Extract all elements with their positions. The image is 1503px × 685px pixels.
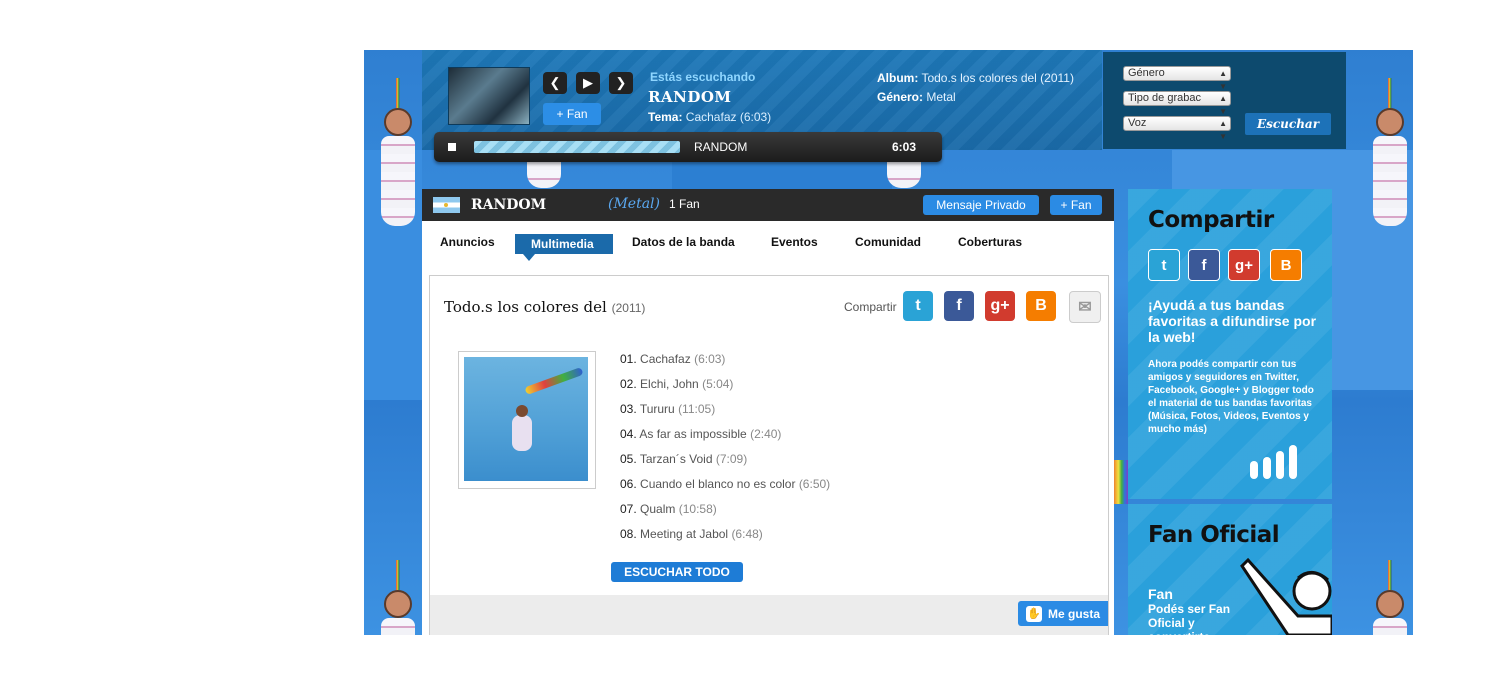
tab-bar: Anuncios Multimedia Datos de la banda Ev… bbox=[422, 221, 1114, 269]
track-item[interactable]: 06. Cuando el blanco no es color (6:50) bbox=[620, 477, 830, 491]
decorative-girl-image bbox=[1370, 560, 1410, 635]
player-album-info: Album: Todo.s los colores del (2011) Gén… bbox=[877, 71, 1074, 104]
tab-eventos[interactable]: Eventos bbox=[771, 235, 818, 249]
now-playing-thumbnail bbox=[448, 67, 530, 125]
track-item[interactable]: 07. Qualm (10:58) bbox=[620, 502, 717, 516]
pointing-hand-icon bbox=[1240, 557, 1332, 635]
band-genre: (Metal) bbox=[608, 196, 660, 212]
email-icon[interactable]: ✉ bbox=[1069, 291, 1101, 323]
select-arrow-icon: ▲ ▼ bbox=[1219, 119, 1227, 141]
blogger-icon[interactable]: B bbox=[1270, 249, 1302, 281]
like-button[interactable]: ✋ Me gusta bbox=[1018, 601, 1108, 626]
tab-multimedia[interactable]: Multimedia bbox=[515, 234, 613, 261]
facebook-icon[interactable]: f bbox=[944, 291, 974, 321]
prev-icon[interactable]: ❮ bbox=[543, 72, 567, 94]
tab-coberturas[interactable]: Coberturas bbox=[958, 235, 1022, 249]
next-icon[interactable]: ❯ bbox=[609, 72, 633, 94]
track-item[interactable]: 03. Tururu (11:05) bbox=[620, 402, 715, 416]
sidebar-share-title: Compartir bbox=[1148, 207, 1274, 233]
select-arrow-icon: ▲ ▼ bbox=[1219, 94, 1227, 116]
stop-icon[interactable] bbox=[448, 143, 456, 151]
google-plus-icon[interactable]: g+ bbox=[1228, 249, 1260, 281]
playback-time: 6:03 bbox=[891, 140, 916, 154]
album-title: Todo.s los colores del (2011) bbox=[444, 298, 646, 316]
twitter-icon[interactable]: t bbox=[903, 291, 933, 321]
fan-count: 1 Fan bbox=[669, 197, 700, 211]
album-panel: Todo.s los colores del (2011) Compartir … bbox=[429, 275, 1109, 635]
argentina-flag-icon bbox=[433, 197, 460, 213]
listen-all-button[interactable]: ESCUCHAR TODO bbox=[611, 562, 743, 582]
tab-datos-banda[interactable]: Datos de la banda bbox=[632, 235, 735, 249]
band-name: RANDOM bbox=[471, 197, 547, 213]
sidebar-fan: Fan Oficial Fan Podés ser Fan Oficial y … bbox=[1128, 504, 1332, 635]
playback-bar: RANDOM 6:03 bbox=[434, 132, 942, 162]
twitter-icon[interactable]: t bbox=[1148, 249, 1180, 281]
private-message-button[interactable]: Mensaje Privado bbox=[923, 195, 1039, 215]
track-item[interactable]: 05. Tarzan´s Void (7:09) bbox=[620, 452, 747, 466]
signal-bars-icon bbox=[1250, 445, 1297, 479]
decorative-girl-image bbox=[378, 560, 418, 635]
search-panel: Género ▲ ▼ Tipo de grabac ▲ ▼ Voz ▲ ▼ Escuchar bbox=[1103, 52, 1346, 149]
genre-select[interactable]: Género ▲ ▼ bbox=[1123, 66, 1231, 91]
sidebar-share: Compartir t f g+ B ¡Ayudá a tus bandas f… bbox=[1128, 189, 1332, 499]
decorative-girl-image bbox=[378, 78, 418, 226]
sidebar-share-lead: ¡Ayudá a tus bandas favoritas a difundir… bbox=[1148, 297, 1317, 345]
track-item[interactable]: 08. Meeting at Jabol (6:48) bbox=[620, 527, 763, 541]
tab-comunidad[interactable]: Comunidad bbox=[855, 235, 921, 249]
track-item[interactable]: 04. As far as impossible (2:40) bbox=[620, 427, 781, 441]
album-cover bbox=[458, 351, 596, 489]
playback-title: RANDOM bbox=[694, 140, 748, 154]
player-fan-button[interactable]: + Fan bbox=[543, 103, 601, 125]
site-frame: ❮ ▶ ❯ + Fan Estás escuchando RANDOM Tema… bbox=[364, 50, 1413, 635]
player-track-info: Tema: Cachafaz (6:03) bbox=[648, 110, 772, 124]
voice-select[interactable]: Voz ▲ ▼ bbox=[1123, 116, 1231, 141]
google-plus-icon[interactable]: g+ bbox=[985, 291, 1015, 321]
escuchar-button[interactable]: Escuchar bbox=[1245, 113, 1331, 135]
sidebar-share-body: Ahora podés compartir con tus amigos y s… bbox=[1148, 359, 1314, 435]
recording-type-select[interactable]: Tipo de grabac ▲ ▼ bbox=[1123, 91, 1231, 116]
rainbow-decoration bbox=[1112, 460, 1128, 504]
select-arrow-icon: ▲ ▼ bbox=[1219, 69, 1227, 91]
track-item[interactable]: 02. Elchi, John (5:04) bbox=[620, 377, 733, 391]
facebook-icon[interactable]: f bbox=[1188, 249, 1220, 281]
band-header: RANDOM (Metal) 1 Fan Mensaje Privado + F… bbox=[422, 189, 1114, 221]
rock-hand-icon: ✋ bbox=[1025, 605, 1042, 622]
track-item[interactable]: 01. Cachafaz (6:03) bbox=[620, 352, 725, 366]
band-fan-button[interactable]: + Fan bbox=[1050, 195, 1102, 215]
share-label: Compartir bbox=[844, 300, 897, 314]
tab-anuncios[interactable]: Anuncios bbox=[440, 235, 495, 249]
main-content: Anuncios Multimedia Datos de la banda Ev… bbox=[422, 221, 1114, 635]
decorative-girl-image bbox=[1370, 78, 1410, 226]
panel-footer: ✋ Me gusta bbox=[430, 595, 1108, 635]
sidebar-fan-title: Fan Oficial bbox=[1148, 522, 1280, 548]
player-band-name[interactable]: RANDOM bbox=[648, 88, 732, 106]
progress-track[interactable] bbox=[474, 141, 680, 153]
play-icon[interactable]: ▶ bbox=[576, 72, 600, 94]
listening-label: Estás escuchando bbox=[650, 70, 756, 84]
blogger-icon[interactable]: B bbox=[1026, 291, 1056, 321]
